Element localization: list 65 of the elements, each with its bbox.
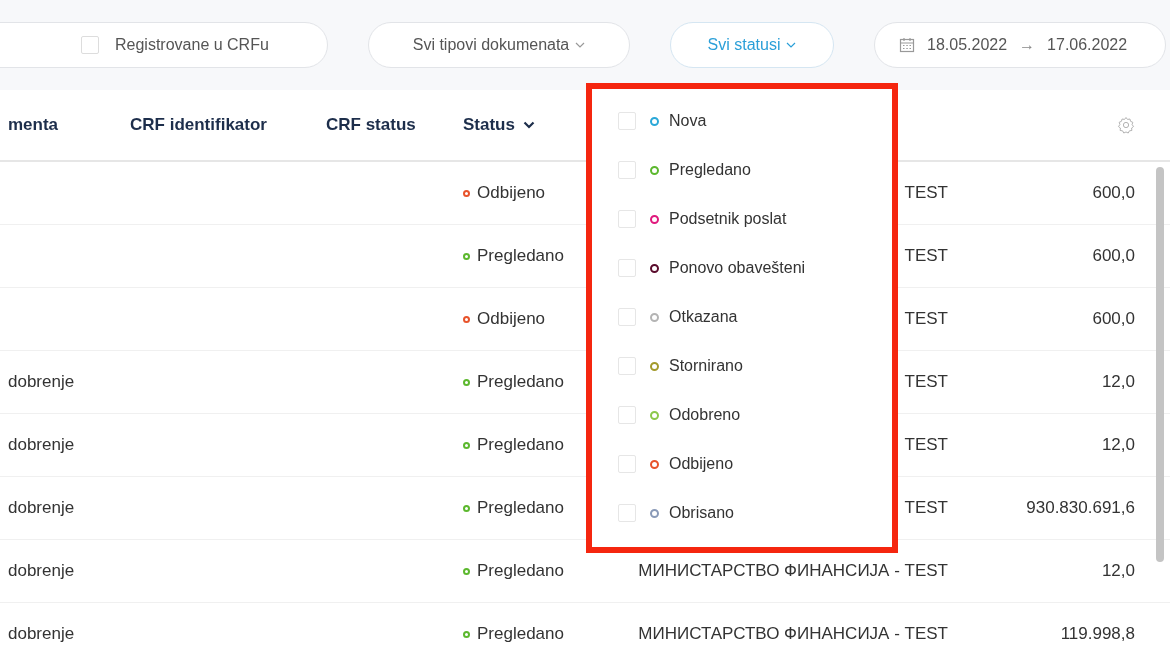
column-header: CRF identifikator [130,115,268,135]
table-cell: TEST [904,246,948,266]
checkbox[interactable] [81,36,99,54]
status-label: Odbijeno [463,183,546,203]
checkbox[interactable] [618,308,636,326]
option-label[interactable]: Podsetnik poslat [669,210,787,228]
table-cell: dobrenje [8,561,75,581]
registered-filter[interactable]: Registrovane u CRFu [0,22,328,68]
table-cell: TEST [904,183,948,203]
checkbox[interactable] [618,210,636,228]
checkbox[interactable] [618,112,636,130]
status-label: Pregledano [463,624,564,644]
option-label[interactable]: Ponovo obavešteni [669,259,806,277]
filter-label: Registrovane u CRFu [115,36,269,54]
checkbox[interactable] [618,161,636,179]
table-cell: dobrenje [8,372,75,392]
calendar-icon [899,37,915,53]
option-label[interactable]: Odbijeno [669,455,734,473]
arrow-text: → [1019,36,1036,54]
table-cell: 600,0 [1092,183,1135,203]
table-cell: 930.830.691,6 [1026,498,1135,518]
chevron-down-icon [786,42,797,48]
column-header: CRF status [326,115,417,135]
option-label[interactable]: Nova [669,112,707,130]
checkbox[interactable] [618,406,636,424]
checkbox[interactable] [618,504,636,522]
status-label: Pregledano [463,561,564,581]
column-header: menta [8,115,60,135]
settings-icon[interactable] [1117,116,1135,134]
checkbox[interactable] [618,357,636,375]
date-range-field[interactable]: 18.05.2022 → 17.06.2022 [874,22,1166,68]
table-cell: 12,0 [1101,435,1135,455]
table-cell: МИНИСТАРСТВО ФИНАНСИЈА - TEST [638,561,948,581]
table-cell: TEST [904,435,948,455]
table-cell: 12,0 [1101,372,1135,392]
option-label[interactable]: Obrisano [669,504,734,522]
option-label[interactable]: Otkazana [669,308,738,326]
table-cell: TEST [904,498,948,518]
table-cell: dobrenje [8,435,75,455]
table-cell: 600,0 [1092,246,1135,266]
column-header[interactable]: Status [463,115,594,135]
table-cell: 600,0 [1092,309,1135,329]
table-cell: 12,0 [1101,561,1135,581]
status-label: Pregledano [463,246,564,266]
status-label: Pregledano [463,435,564,455]
table-cell: dobrenje [8,498,75,518]
chevron-down-icon [575,42,586,48]
status-label: Pregledano [463,498,564,518]
document-type-dropdown[interactable]: Svi tipovi dokumenata [368,22,630,68]
checkbox[interactable] [618,455,636,473]
option-label[interactable]: Stornirano [669,357,743,375]
chevron-down-icon [522,121,535,129]
date-to: 17.06.2022 [1047,36,1128,54]
scrollbar-thumb[interactable] [1156,167,1164,562]
table-cell: TEST [904,372,948,392]
table-cell: dobrenje [8,624,75,644]
table-cell: 119.998,8 [1060,624,1135,644]
option-label[interactable]: Odobreno [669,406,741,424]
checkbox[interactable] [618,259,636,277]
table-cell: МИНИСТАРСТВО ФИНАНСИЈА - TEST [638,624,948,644]
option-label[interactable]: Pregledano [669,161,751,179]
status-label: Pregledano [463,372,564,392]
date-from: 18.05.2022 [927,36,1008,54]
table-cell: TEST [904,309,948,329]
status-label: Odbijeno [463,309,546,329]
